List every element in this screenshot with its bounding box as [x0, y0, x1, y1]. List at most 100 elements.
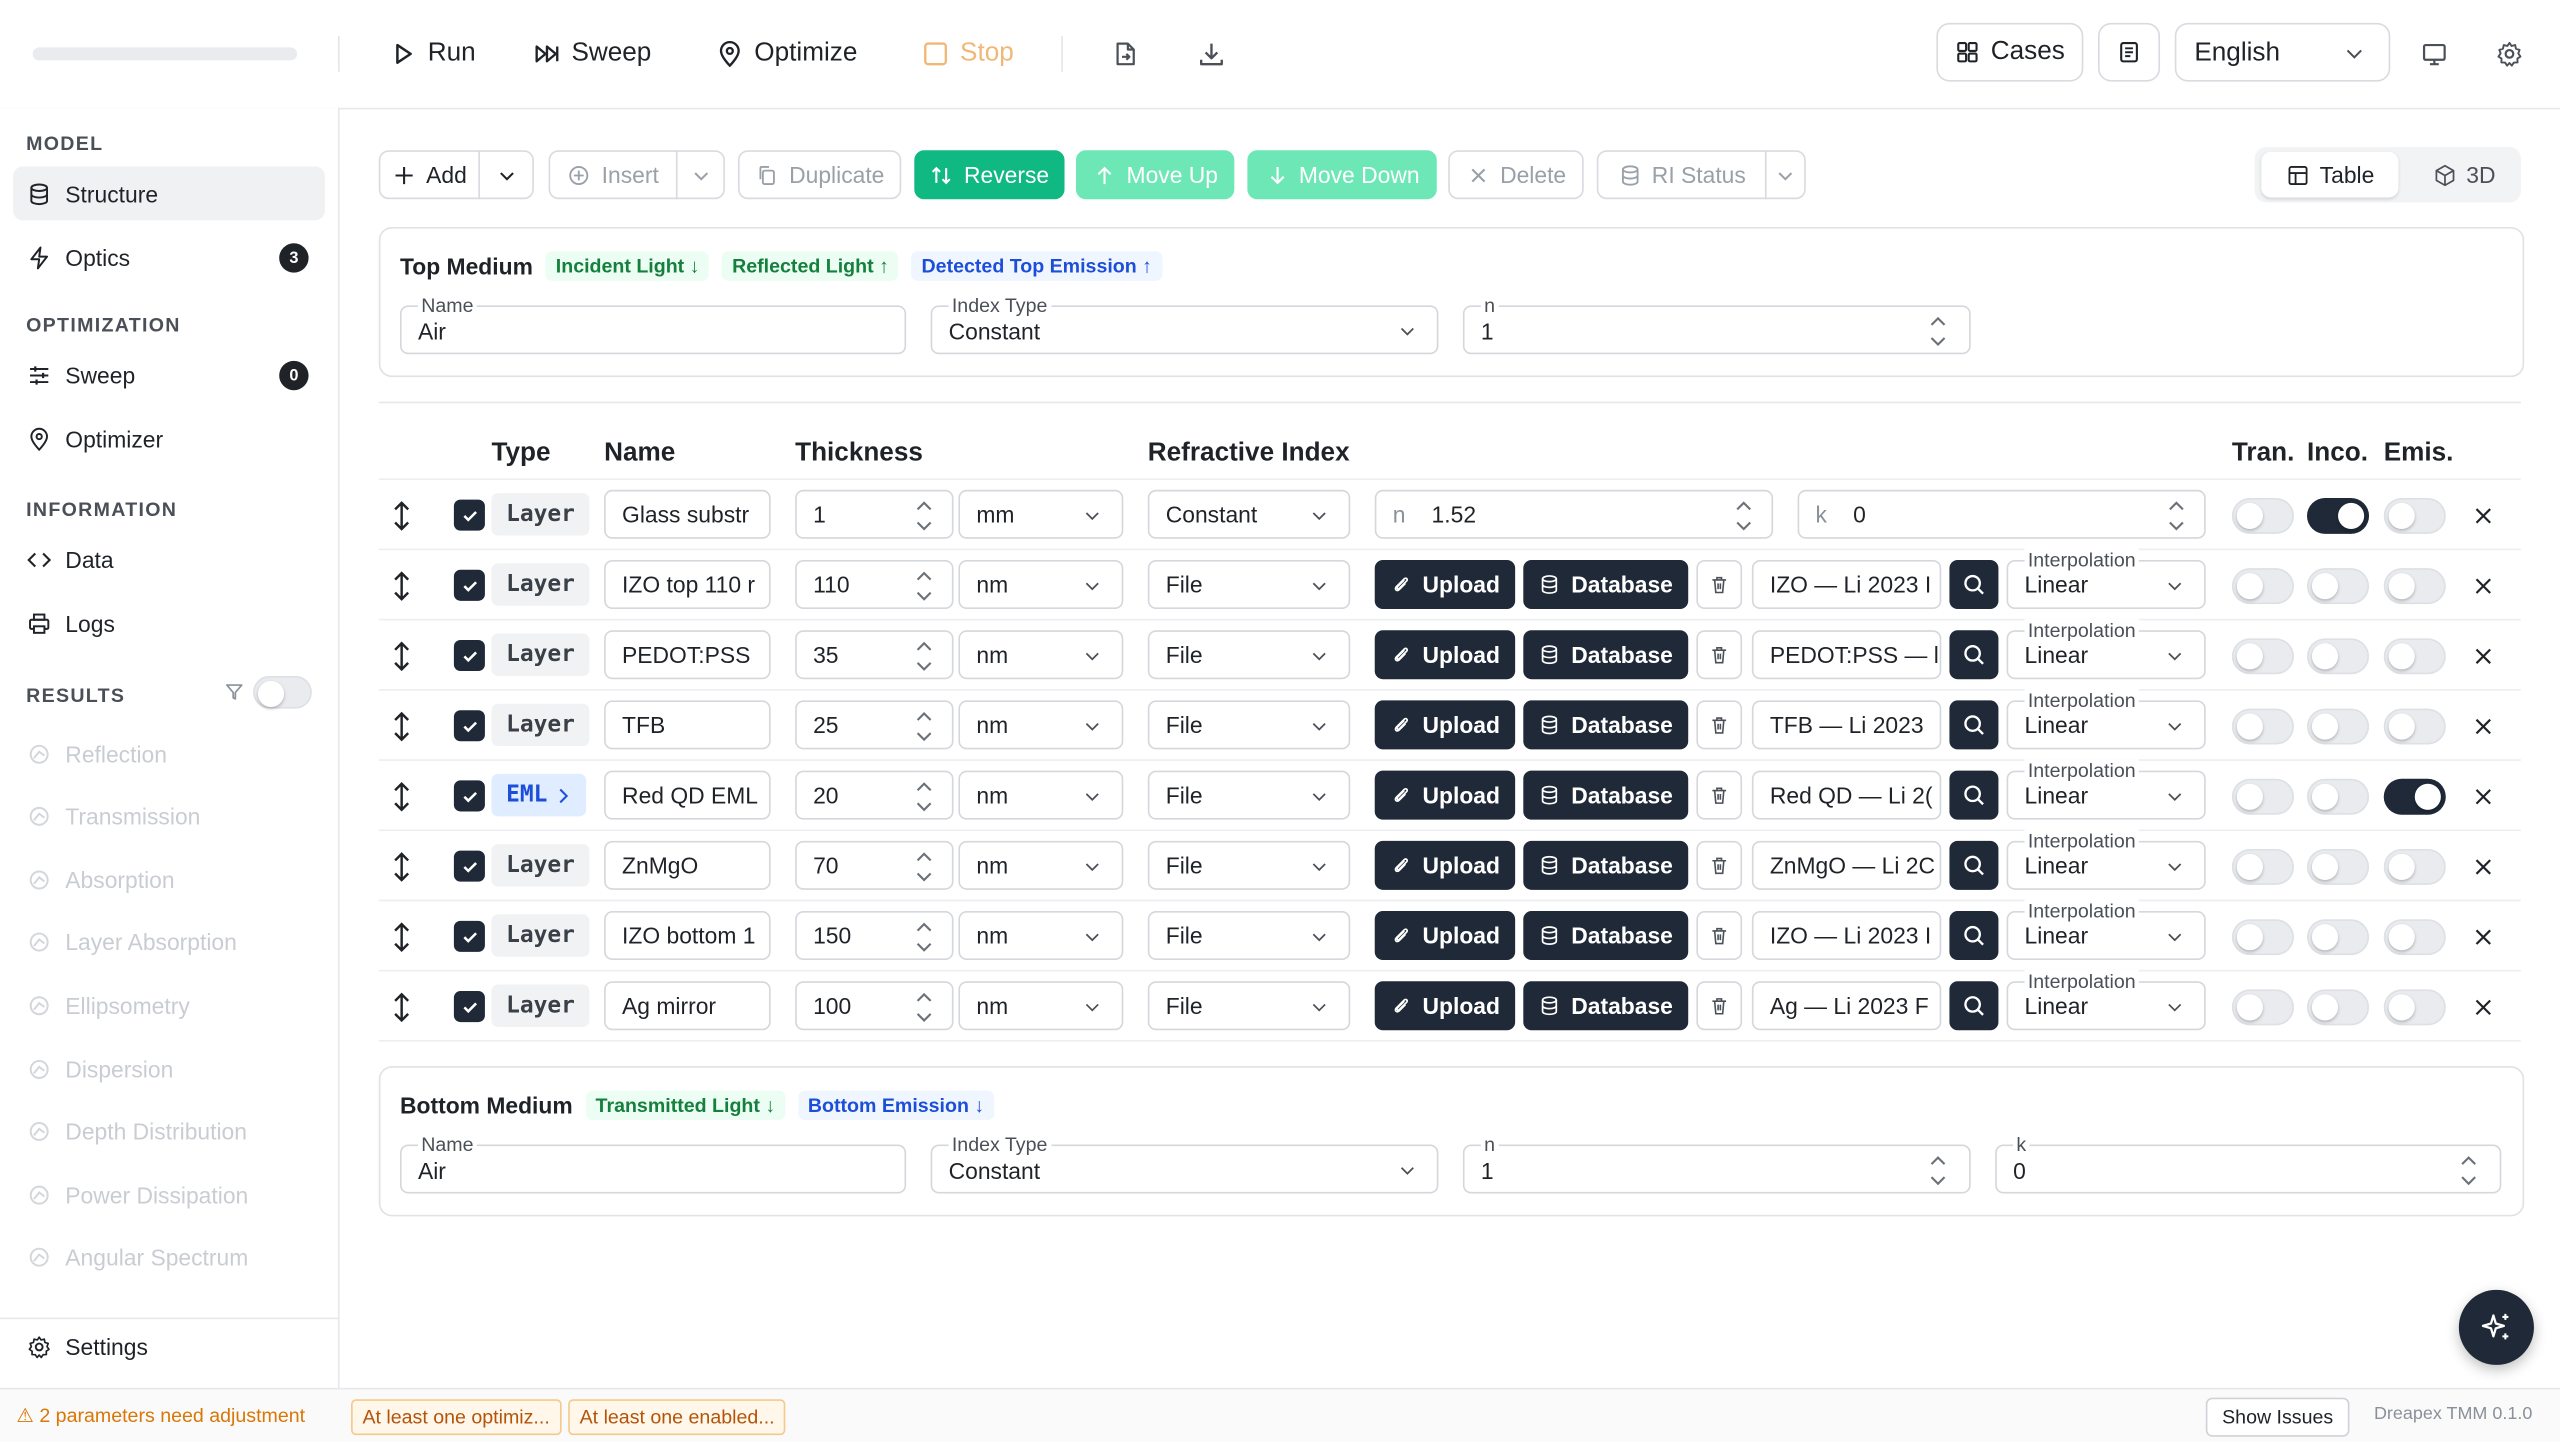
- interpolation-select[interactable]: Interpolation Linear: [2006, 759, 2206, 820]
- material-search-button[interactable]: [1949, 630, 1999, 680]
- layer-name-input[interactable]: TFB: [604, 700, 771, 750]
- row-enabled-checkbox[interactable]: [453, 780, 485, 812]
- language-select[interactable]: English: [2174, 22, 2391, 82]
- emission-toggle[interactable]: [2383, 708, 2446, 745]
- material-search-button[interactable]: [1949, 911, 1999, 961]
- emission-toggle[interactable]: [2383, 638, 2446, 675]
- warning-message[interactable]: ⚠ 2 parameters need adjustment: [16, 1404, 305, 1427]
- ri-status-dropdown-button[interactable]: [1764, 150, 1806, 200]
- table-row[interactable]: EML Red QD EML 20 nm File Upload Database Red Q…: [378, 759, 2521, 831]
- transparent-toggle[interactable]: [2231, 778, 2294, 815]
- layer-name-input[interactable]: ZnMgO: [604, 840, 771, 890]
- material-input[interactable]: Red QD — Li 2(: [1751, 770, 1942, 820]
- stepper-icon[interactable]: [916, 568, 932, 604]
- clear-material-button[interactable]: [1696, 560, 1743, 609]
- issue-chip[interactable]: At least one enabled...: [568, 1399, 787, 1436]
- k-value-input[interactable]: k0: [1797, 489, 2206, 539]
- database-button[interactable]: Database: [1523, 770, 1689, 820]
- sidebar-item-structure[interactable]: Structure: [13, 166, 325, 221]
- emission-toggle[interactable]: [2383, 849, 2446, 885]
- stop-button[interactable]: Stop: [921, 33, 1014, 75]
- index-type-select[interactable]: Constant: [1147, 489, 1351, 539]
- stepper-icon[interactable]: [916, 989, 932, 1025]
- row-enabled-checkbox[interactable]: [453, 991, 485, 1023]
- index-type-select[interactable]: File: [1147, 981, 1351, 1031]
- sidebar-item-layer-absorption[interactable]: Layer Absorption: [13, 916, 325, 970]
- download-button[interactable]: [1194, 36, 1230, 72]
- top-medium-n-input[interactable]: n 1: [1462, 293, 1971, 355]
- incoherent-toggle[interactable]: [2307, 919, 2370, 956]
- sidebar-item-data[interactable]: Data: [13, 532, 325, 586]
- sidebar-item-dispersion[interactable]: Dispersion: [13, 1042, 325, 1096]
- upload-button[interactable]: Upload: [1374, 840, 1516, 890]
- optimize-button[interactable]: Optimize: [715, 33, 857, 75]
- stepper-icon[interactable]: [916, 638, 932, 674]
- upload-button[interactable]: Upload: [1374, 630, 1516, 680]
- run-button[interactable]: Run: [389, 33, 476, 75]
- close-icon[interactable]: [2472, 856, 2495, 879]
- material-search-button[interactable]: [1949, 700, 1999, 750]
- sidebar-item-ellipsometry[interactable]: Ellipsometry: [13, 979, 325, 1033]
- incoherent-toggle[interactable]: [2307, 497, 2370, 534]
- close-icon[interactable]: [2472, 926, 2495, 949]
- bottom-medium-index-type-select[interactable]: Index Type Constant: [930, 1133, 1439, 1194]
- upload-button[interactable]: Upload: [1374, 700, 1516, 750]
- thickness-input[interactable]: 25: [795, 700, 954, 750]
- interpolation-select[interactable]: Interpolation Linear: [2006, 618, 2206, 680]
- index-type-select[interactable]: File: [1147, 770, 1351, 820]
- bottom-medium-k-input[interactable]: k 0: [1995, 1133, 2502, 1194]
- transparent-toggle[interactable]: [2231, 919, 2294, 956]
- stepper-icon[interactable]: [1736, 498, 1752, 534]
- clear-material-button[interactable]: [1696, 700, 1743, 750]
- delete-button[interactable]: Delete: [1448, 150, 1584, 200]
- material-input[interactable]: IZO — Li 2023 I: [1751, 911, 1942, 961]
- layer-name-input[interactable]: Glass substr: [604, 489, 771, 539]
- move-down-button[interactable]: Move Down: [1247, 150, 1437, 200]
- row-type-badge[interactable]: EML: [491, 773, 587, 817]
- thickness-unit-select[interactable]: nm: [958, 560, 1124, 609]
- table-row[interactable]: Layer IZO top 110 r 110 nm File Upload Databas…: [378, 548, 2521, 621]
- bottom-medium-name-field[interactable]: Name Air: [400, 1133, 907, 1194]
- emission-toggle[interactable]: [2383, 568, 2446, 605]
- material-search-button[interactable]: [1949, 840, 1999, 890]
- duplicate-button[interactable]: Duplicate: [737, 150, 902, 200]
- database-button[interactable]: Database: [1523, 840, 1689, 890]
- sidebar-item-absorption[interactable]: Absorption: [13, 853, 325, 907]
- material-search-button[interactable]: [1949, 560, 1999, 609]
- view-3d-button[interactable]: 3D: [2411, 152, 2515, 198]
- stepper-icon[interactable]: [916, 779, 932, 815]
- thickness-unit-select[interactable]: nm: [958, 840, 1124, 890]
- notes-button[interactable]: [2098, 22, 2161, 82]
- stepper-icon[interactable]: [916, 919, 932, 955]
- thickness-unit-select[interactable]: mm: [958, 489, 1124, 539]
- import-button[interactable]: [1107, 36, 1143, 72]
- index-type-select[interactable]: File: [1147, 700, 1351, 750]
- emission-toggle[interactable]: [2383, 778, 2446, 815]
- drag-handle-icon[interactable]: [390, 640, 413, 673]
- table-row[interactable]: Layer Glass substr 1 mm Constant n 1.52 k 0: [378, 478, 2521, 550]
- transparent-toggle[interactable]: [2231, 849, 2294, 885]
- material-input[interactable]: IZO — Li 2023 I: [1751, 560, 1942, 609]
- row-enabled-checkbox[interactable]: [453, 850, 485, 882]
- close-icon[interactable]: [2472, 715, 2495, 738]
- sidebar-item-sweep[interactable]: Sweep 0: [13, 348, 325, 402]
- drag-handle-icon[interactable]: [390, 780, 413, 813]
- row-enabled-checkbox[interactable]: [453, 569, 485, 601]
- interpolation-select[interactable]: Interpolation Linear: [2006, 969, 2206, 1031]
- add-dropdown-button[interactable]: [478, 150, 534, 200]
- clear-material-button[interactable]: [1696, 981, 1743, 1031]
- index-type-select[interactable]: File: [1147, 560, 1351, 609]
- row-enabled-checkbox[interactable]: [453, 710, 485, 742]
- thickness-input[interactable]: 110: [795, 560, 954, 609]
- database-button[interactable]: Database: [1523, 560, 1689, 609]
- sweep-button[interactable]: Sweep: [532, 33, 651, 75]
- sidebar-item-power-dissipation[interactable]: Power Dissipation: [13, 1168, 325, 1222]
- sidebar-item-angular-spectrum[interactable]: Angular Spectrum: [13, 1231, 325, 1285]
- incoherent-toggle[interactable]: [2307, 568, 2370, 605]
- close-icon[interactable]: [2472, 645, 2495, 668]
- sidebar-item-optics[interactable]: Optics 3: [13, 230, 325, 284]
- sidebar-item-logs[interactable]: Logs: [13, 596, 325, 650]
- material-input[interactable]: PEDOT:PSS — l: [1751, 630, 1942, 680]
- emission-toggle[interactable]: [2383, 497, 2446, 534]
- row-enabled-checkbox[interactable]: [453, 920, 485, 952]
